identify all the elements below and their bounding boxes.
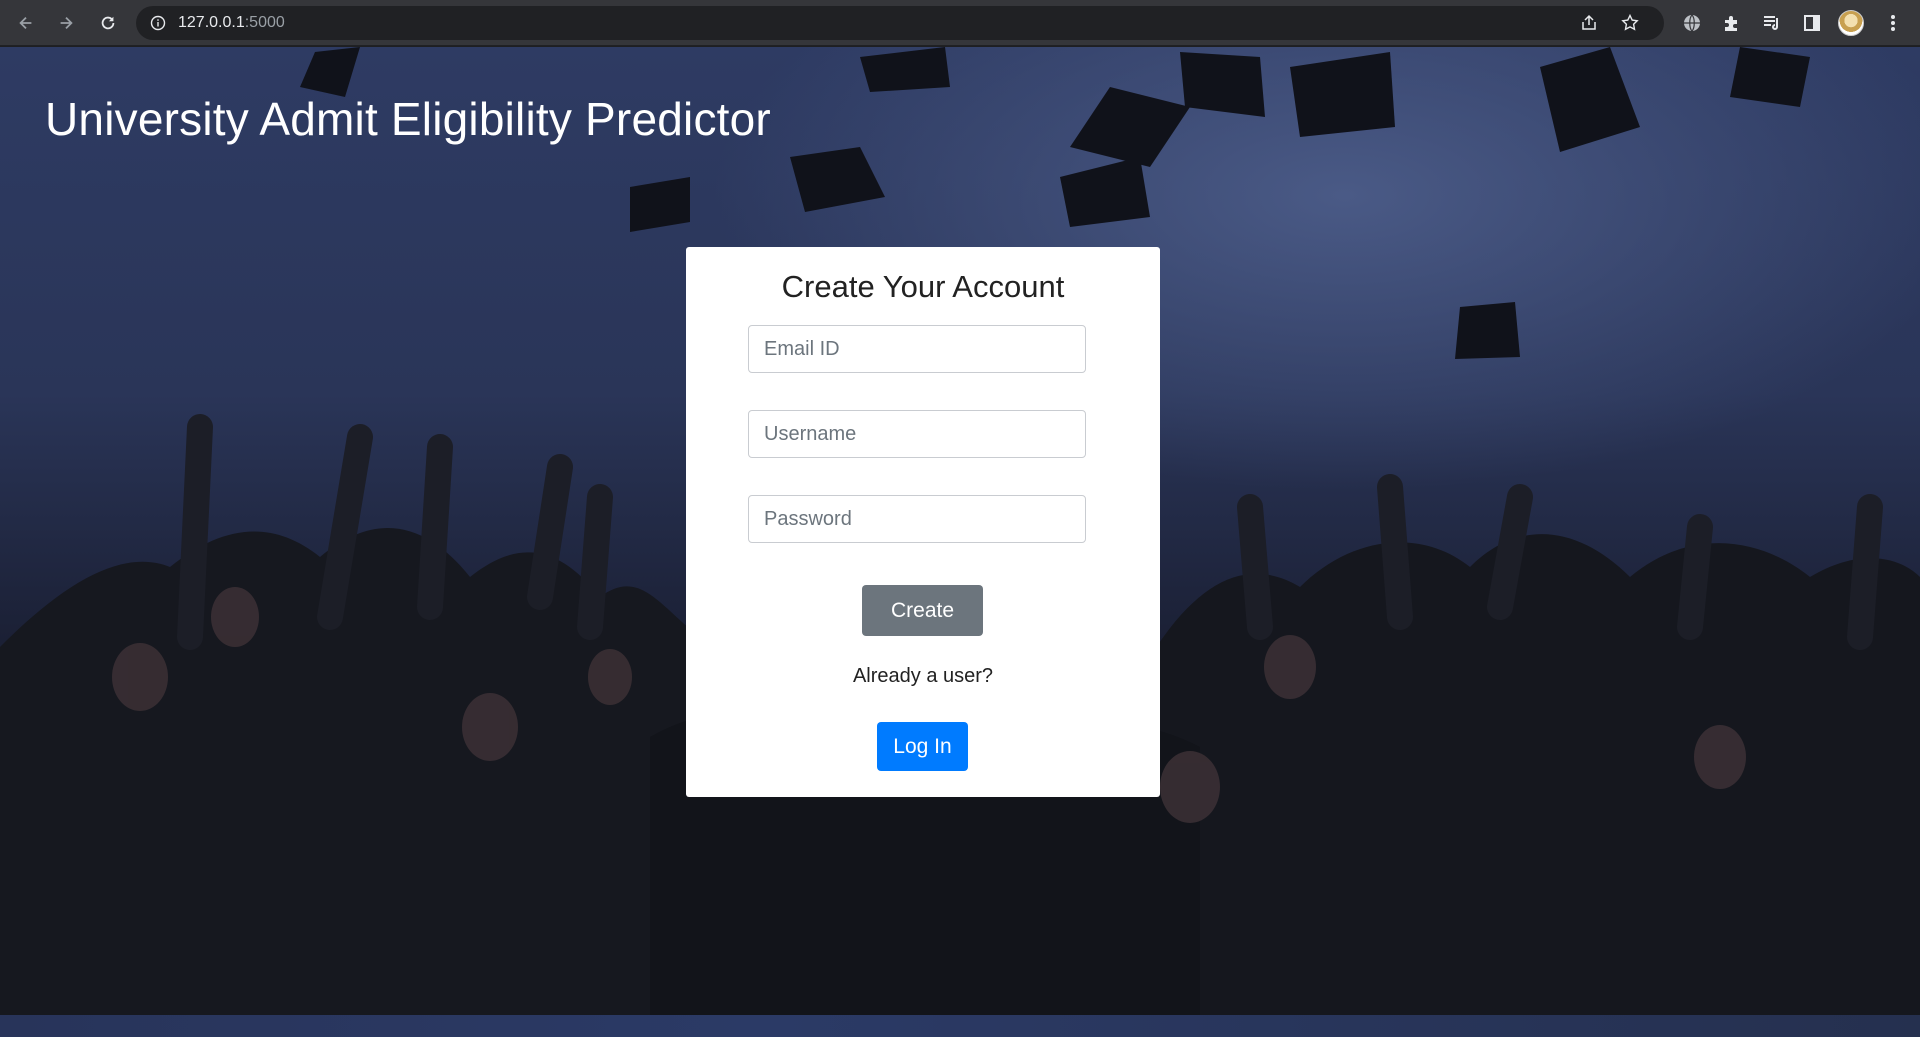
puzzle-icon[interactable] (1721, 12, 1743, 34)
username-field[interactable] (748, 410, 1086, 458)
star-icon[interactable] (1621, 14, 1639, 32)
share-icon[interactable] (1580, 14, 1598, 32)
sidepanel-icon[interactable] (1801, 12, 1823, 34)
address-bar[interactable]: 127.0.0.1:5000 (136, 6, 1664, 40)
media-icon[interactable] (1761, 12, 1783, 34)
url-text: 127.0.0.1:5000 (178, 14, 285, 31)
globe-icon[interactable] (1681, 12, 1703, 34)
login-button[interactable]: Log In (877, 722, 968, 771)
forward-arrow-icon[interactable] (52, 9, 80, 37)
email-field[interactable] (748, 325, 1086, 373)
page-title: University Admit Eligibility Predictor (45, 93, 771, 145)
info-icon[interactable] (150, 15, 166, 31)
page-background: University Admit Eligibility Predictor C… (0, 47, 1920, 1037)
create-button[interactable]: Create (862, 585, 983, 636)
signup-card: Create Your Account Create Already a use… (686, 247, 1160, 797)
avatar[interactable] (1838, 10, 1864, 36)
bottom-strip (0, 1015, 1920, 1037)
kebab-menu-icon[interactable] (1882, 12, 1904, 34)
password-field[interactable] (748, 495, 1086, 543)
browser-toolbar: 127.0.0.1:5000 (0, 0, 1920, 46)
back-arrow-icon[interactable] (12, 9, 40, 37)
card-heading: Create Your Account (781, 269, 1065, 304)
already-user-text: Already a user? (852, 665, 994, 687)
reload-icon[interactable] (94, 9, 122, 37)
